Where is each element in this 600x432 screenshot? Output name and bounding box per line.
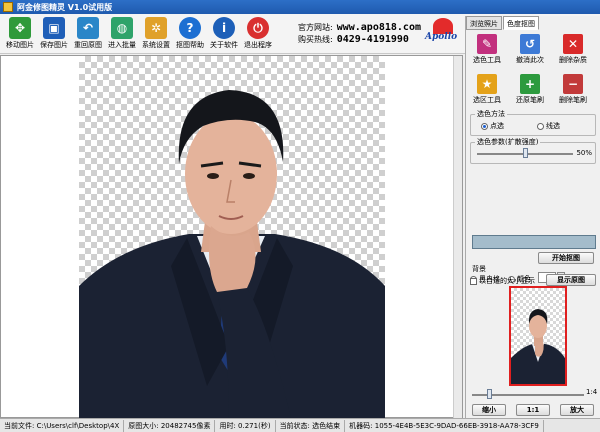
restore-brush-label: 还原笔刷	[516, 96, 544, 104]
image-workspace[interactable]	[0, 55, 463, 418]
line-select-radio[interactable]: 线选	[537, 121, 560, 131]
title-bar: 阿金修图精灵 V1.0试用版	[0, 0, 600, 14]
restore-brush-tool[interactable]: + 还原笔刷	[511, 74, 549, 110]
save-image-button[interactable]: ▣ 保存图片	[38, 17, 70, 53]
exit-label: 退出程序	[244, 41, 272, 49]
radio-dot	[537, 122, 544, 130]
power-icon: ⏻	[247, 17, 269, 39]
point-select-radio[interactable]: 点选	[481, 121, 504, 131]
status-bar: 当前文件: C:\Users\clf\Desktop\4X 原图大小: 2048…	[0, 418, 600, 432]
app-icon	[3, 2, 13, 12]
tab-chroma-key[interactable]: 色度抠图	[503, 16, 539, 30]
site-info: 官方网站: www.apo818.com 购买热线: 0429-4191990	[298, 22, 421, 46]
system-settings-label: 系统设置	[142, 41, 170, 49]
selected-color-swatch	[472, 235, 596, 249]
save-image-label: 保存图片	[40, 41, 68, 49]
selection-tool[interactable]: ★ 选区工具	[468, 74, 506, 110]
color-method-group: 选色方法 点选 线选	[470, 109, 596, 136]
restore-brush-icon: +	[520, 74, 540, 94]
undo-label: 撤消此次	[516, 56, 544, 64]
color-method-label: 选色方法	[475, 109, 507, 119]
thumbnail-portrait	[511, 309, 565, 384]
exit-button[interactable]: ⏻ 退出程序	[242, 17, 274, 53]
color-param-thumb[interactable]	[523, 148, 528, 158]
zoom-thumb[interactable]	[486, 389, 492, 399]
radio-dot	[481, 122, 488, 130]
status-current-state: 当前状态: 选色结束	[276, 419, 346, 432]
move-image-button[interactable]: ✥ 移动图片	[4, 17, 36, 53]
line-select-label: 线选	[546, 122, 560, 130]
color-picker-label: 选色工具	[473, 56, 501, 64]
zoom-max-label: 1:4	[586, 388, 598, 396]
help-icon: ?	[179, 17, 201, 39]
delete-brush-tool[interactable]: − 删除笔刷	[554, 74, 592, 110]
restore-arrow-icon: ↶	[77, 17, 99, 39]
delete-impurity-label: 删除杂质	[559, 56, 587, 64]
window-title: 阿金修图精灵 V1.0试用版	[17, 2, 113, 12]
restore-original-button[interactable]: ↶ 重回原图	[72, 17, 104, 53]
delete-x-icon: ✕	[563, 34, 583, 54]
about-label: 关于软件	[210, 41, 238, 49]
undo-icon: ↺	[520, 34, 540, 54]
hotline-label: 购买热线:	[298, 35, 333, 44]
thumbnail-preview[interactable]	[509, 286, 567, 386]
undo-tool[interactable]: ↺ 撤消此次	[511, 34, 549, 70]
fit-size-label: 以合适的大小显示	[479, 277, 535, 285]
help-label: 抠图帮助	[176, 41, 204, 49]
color-param-group: 选色参数(扩散强度) 50%	[470, 137, 596, 164]
actual-size-button[interactable]: 1:1	[516, 404, 550, 416]
website-url[interactable]: www.apo818.com	[337, 22, 421, 33]
zoom-in-button[interactable]: 放大	[560, 404, 594, 416]
status-elapsed-time: 用时: 0.271(秒)	[215, 419, 276, 432]
color-picker-tool[interactable]: ✎ 选色工具	[468, 34, 506, 70]
delete-brush-label: 删除笔刷	[559, 96, 587, 104]
delete-impurity-tool[interactable]: ✕ 删除杂质	[554, 34, 592, 70]
color-param-value: 50%	[576, 149, 592, 157]
hotline-number: 0429-4191990	[336, 34, 409, 45]
workspace-scrollbar[interactable]	[453, 56, 462, 418]
zoom-out-button[interactable]: 缩小	[472, 404, 506, 416]
panel-tabs: 浏览照片 色度抠图	[466, 16, 600, 30]
batch-mode-button[interactable]: ◍ 进入批量	[106, 17, 138, 53]
status-current-file: 当前文件: C:\Users\clf\Desktop\4X	[0, 419, 125, 432]
selection-label: 选区工具	[473, 96, 501, 104]
move-image-icon: ✥	[9, 17, 31, 39]
info-icon: i	[213, 17, 235, 39]
about-button[interactable]: i 关于软件	[208, 17, 240, 53]
website-label: 官方网站:	[298, 23, 333, 32]
checkbox-box	[470, 277, 477, 285]
help-button[interactable]: ? 抠图帮助	[174, 17, 206, 53]
color-param-label: 选色参数(扩散强度)	[475, 137, 541, 147]
status-image-size: 原图大小: 20482745像素	[124, 419, 216, 432]
logo-text: Apollo	[425, 32, 458, 42]
show-original-button[interactable]: 显示原图	[546, 274, 596, 286]
restore-original-label: 重回原图	[74, 41, 102, 49]
background-label: 背景	[472, 265, 486, 273]
gear-icon: ✲	[145, 17, 167, 39]
point-select-label: 点选	[490, 122, 504, 130]
fit-size-checkbox[interactable]: 以合适的大小显示	[470, 276, 535, 286]
move-image-label: 移动图片	[6, 41, 34, 49]
save-disk-icon: ▣	[43, 17, 65, 39]
batch-mode-label: 进入批量	[108, 41, 136, 49]
status-machine-code: 机器码: 1055-4E4B-5E3C-9DAD-66EB-3918-AA78-…	[345, 419, 544, 432]
batch-globe-icon: ◍	[111, 17, 133, 39]
right-panel: 浏览照片 色度抠图 ✎ 选色工具 ↺ 撤消此次 ✕ 删除杂质 ★ 选区工具 + …	[465, 16, 600, 418]
transparent-canvas[interactable]	[79, 56, 385, 418]
portrait-image	[79, 90, 385, 418]
delete-brush-icon: −	[563, 74, 583, 94]
tab-browse-photos[interactable]: 浏览照片	[466, 16, 502, 30]
system-settings-button[interactable]: ✲ 系统设置	[140, 17, 172, 53]
apollo-logo: Apollo	[425, 18, 463, 48]
color-picker-icon: ✎	[477, 34, 497, 54]
star-select-icon: ★	[477, 74, 497, 94]
